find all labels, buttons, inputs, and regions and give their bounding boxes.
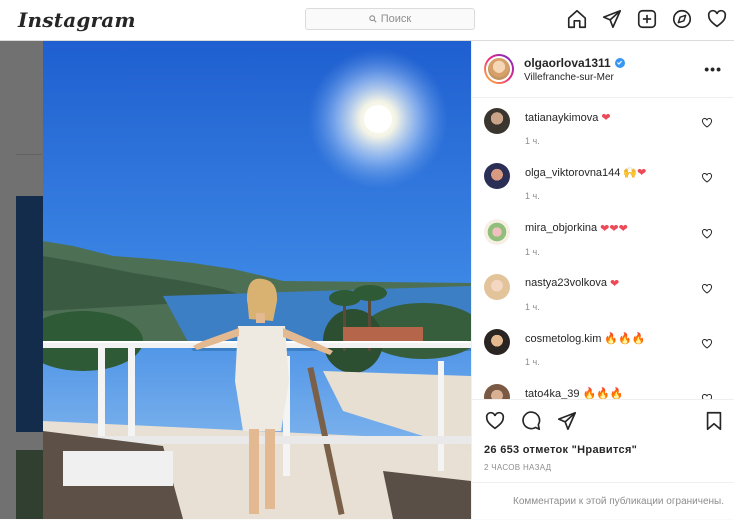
comments-restricted-notice: Комментарии к этой публикации ограничены… — [472, 482, 734, 520]
commenter-username[interactable]: nastya23volkova — [525, 277, 607, 289]
like-icon[interactable] — [484, 410, 506, 432]
search-input[interactable]: Поиск — [305, 8, 475, 30]
home-icon[interactable] — [566, 8, 588, 30]
post-actions: 26 653 отметок "Нравится" 2 ЧАСОВ НАЗАД … — [472, 399, 734, 519]
new-post-icon[interactable] — [636, 8, 658, 30]
comment-text: 🙌❤ — [623, 166, 647, 180]
like-comment-icon[interactable] — [701, 283, 713, 295]
comment-text: ❤ — [609, 276, 620, 290]
comment-time: 1 ч. — [525, 136, 540, 146]
author-username[interactable]: olgaorlova1311 — [524, 56, 611, 70]
comment-time: 1 ч. — [525, 357, 540, 368]
search-icon — [369, 15, 377, 23]
explore-icon[interactable] — [671, 8, 693, 30]
comment-item: cosmetolog.kim 🔥🔥🔥 1 ч. — [472, 319, 734, 374]
comment-text: ❤❤❤ — [600, 221, 628, 235]
commenter-avatar[interactable] — [484, 329, 510, 356]
search-placeholder: Поиск — [380, 13, 412, 25]
commenter-avatar[interactable] — [484, 218, 510, 245]
like-comment-icon[interactable] — [701, 338, 713, 350]
post-timestamp: 2 ЧАСОВ НАЗАД — [484, 463, 552, 472]
like-comment-icon[interactable] — [701, 172, 713, 184]
top-navigation-bar: Instagram Поиск — [0, 0, 734, 41]
post-header: olgaorlova1311 Villefranche-sur-Mer ••• — [472, 41, 734, 98]
commenter-username[interactable]: tatianaykimova — [525, 112, 598, 124]
post-location[interactable]: Villefranche-sur-Mer — [524, 72, 704, 83]
post-photo-illustration — [43, 41, 471, 519]
direct-icon[interactable] — [601, 8, 623, 30]
comment-time: 1 ч. — [525, 191, 540, 202]
comment-item: mira_objorkina ❤❤❤ 1 ч. — [472, 209, 734, 264]
comment-text: 🔥🔥🔥 — [582, 387, 624, 399]
comment-icon[interactable] — [520, 410, 542, 432]
instagram-logo[interactable]: Instagram — [18, 8, 136, 32]
share-icon[interactable] — [556, 410, 578, 432]
post-modal: olgaorlova1311 Villefranche-sur-Mer ••• … — [43, 41, 734, 519]
author-avatar[interactable] — [484, 54, 514, 84]
post-sidebar: olgaorlova1311 Villefranche-sur-Mer ••• … — [471, 41, 734, 519]
comment-text: ❤ — [601, 111, 611, 124]
commenter-avatar[interactable] — [484, 273, 510, 300]
comment-item: tatianaykimova ❤ 1 ч. — [472, 98, 734, 153]
commenter-avatar[interactable] — [484, 108, 510, 134]
commenter-avatar[interactable] — [484, 384, 510, 399]
verified-badge-icon — [614, 57, 625, 68]
likes-count[interactable]: 26 653 отметок "Нравится" — [484, 444, 637, 456]
like-comment-icon[interactable] — [701, 228, 713, 240]
comment-item: nastya23volkova ❤ 1 ч. — [472, 264, 734, 319]
like-comment-icon[interactable] — [701, 117, 713, 129]
post-photo[interactable] — [43, 41, 471, 519]
activity-heart-icon[interactable] — [706, 8, 728, 30]
comment-item: olga_viktorovna144 🙌❤ 1 ч. — [472, 153, 734, 208]
commenter-username[interactable]: mira_objorkina — [525, 222, 597, 234]
comments-list[interactable]: tatianaykimova ❤ 1 ч. olga_viktorovna144 🙌… — [472, 98, 734, 399]
comment-text: 🔥🔥🔥 — [604, 332, 646, 346]
comment-time: 1 ч. — [525, 246, 540, 257]
commenter-avatar[interactable] — [484, 163, 510, 190]
save-icon[interactable] — [703, 410, 725, 432]
more-options-button[interactable]: ••• — [704, 61, 722, 77]
commenter-username[interactable]: olga_viktorovna144 — [525, 167, 620, 179]
commenter-username[interactable]: tato4ka_39 — [525, 388, 579, 399]
comment-item: tato4ka_39 🔥🔥🔥 — [472, 374, 734, 399]
comment-time: 1 ч. — [525, 301, 540, 312]
commenter-username[interactable]: cosmetolog.kim — [525, 333, 601, 345]
